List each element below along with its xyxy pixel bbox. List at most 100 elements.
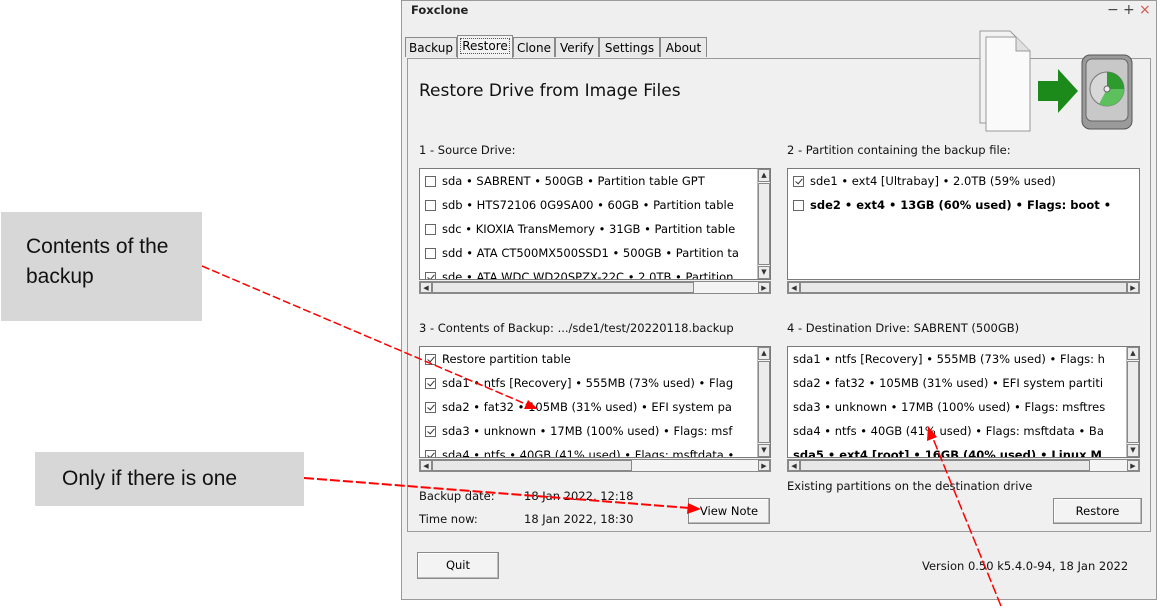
document-icon xyxy=(979,30,1031,132)
list-item[interactable]: sda4 • ntfs • 40GB (41% used) • Flags: m… xyxy=(420,443,770,457)
green-arrow-icon xyxy=(1038,69,1078,113)
restore-button[interactable]: Restore xyxy=(1053,498,1142,524)
scroll-down-icon[interactable]: ▼ xyxy=(758,444,770,457)
list-item-label: sda4 • ntfs • 40GB (41% used) • Flags: m… xyxy=(793,424,1104,438)
destination-note: Existing partitions on the destination d… xyxy=(787,479,1033,493)
list-item[interactable]: sdd • ATA CT500MX500SSD1 • 500GB • Parti… xyxy=(420,241,770,265)
checkbox[interactable] xyxy=(425,272,436,279)
scroll-thumb[interactable] xyxy=(432,460,632,471)
scroll-right-icon[interactable]: ▶ xyxy=(1127,282,1139,293)
callout-contents: Contents of the backup xyxy=(1,212,202,321)
list-item-label: sda5 • ext4 [root] • 16GB (40% used) • L… xyxy=(793,448,1102,458)
list-item: sda5 • ext4 [root] • 16GB (40% used) • L… xyxy=(788,443,1139,458)
horizontal-scrollbar[interactable]: ◀ ▶ xyxy=(787,459,1140,472)
scroll-thumb[interactable] xyxy=(800,460,1090,471)
list-item-label: sde1 • ext4 [Ultrabay] • 2.0TB (59% used… xyxy=(810,174,1056,188)
source-drive-list[interactable]: sda • SABRENT • 500GB • Partition table … xyxy=(419,168,771,280)
tab-settings[interactable]: Settings xyxy=(599,37,660,57)
callout-contents-text: Contents of the backup xyxy=(26,235,169,288)
vertical-scrollbar[interactable]: ▲ ▼ xyxy=(1126,347,1139,457)
checkbox[interactable] xyxy=(425,402,436,413)
callout-note-text: Only if there is one xyxy=(62,467,238,490)
list-item-label: Restore partition table xyxy=(442,352,571,366)
scroll-left-icon[interactable]: ◀ xyxy=(420,460,432,471)
checkbox[interactable] xyxy=(793,200,804,211)
list-item[interactable]: Restore partition table xyxy=(420,347,770,371)
scroll-thumb[interactable] xyxy=(432,282,694,293)
quit-button[interactable]: Quit xyxy=(417,552,499,579)
scroll-thumb[interactable] xyxy=(800,282,1127,293)
time-now-label: Time now: xyxy=(419,512,478,526)
horizontal-scrollbar[interactable]: ◀ ▶ xyxy=(787,281,1140,294)
horizontal-scrollbar[interactable]: ◀ ▶ xyxy=(419,281,771,294)
checkbox[interactable] xyxy=(425,450,436,457)
list-item-label: sda1 • ntfs [Recovery] • 555MB (73% used… xyxy=(442,376,734,390)
scroll-down-icon[interactable]: ▼ xyxy=(758,266,770,279)
list-item[interactable]: sda2 • fat32 • 105MB (31% used) • EFI sy… xyxy=(420,395,770,419)
version-text: Version 0.50 k5.4.0-94, 18 Jan 2022 xyxy=(922,559,1129,573)
checkbox[interactable] xyxy=(425,200,436,211)
list-item[interactable]: sda • SABRENT • 500GB • Partition table … xyxy=(420,169,770,193)
vertical-scrollbar[interactable]: ▲ ▼ xyxy=(757,347,770,457)
partition-label: 2 - Partition containing the backup file… xyxy=(787,143,1011,157)
list-item-label: sde2 • ext4 • 13GB (60% used) • Flags: b… xyxy=(810,198,1112,212)
foxclone-window: Foxclone − + × Backup Restore Clone Veri… xyxy=(401,0,1157,600)
scroll-left-icon[interactable]: ◀ xyxy=(788,460,800,471)
vertical-scrollbar[interactable]: ▲ ▼ xyxy=(757,169,770,279)
backup-date-value: 18 Jan 2022, 12:18 xyxy=(524,489,634,503)
horizontal-scrollbar[interactable]: ◀ ▶ xyxy=(419,459,771,472)
list-item-label: sda1 • ntfs [Recovery] • 555MB (73% used… xyxy=(793,352,1105,366)
scroll-right-icon[interactable]: ▶ xyxy=(758,282,770,293)
list-item-label: sda2 • fat32 • 105MB (31% used) • EFI sy… xyxy=(793,376,1104,390)
list-item-label: sda • SABRENT • 500GB • Partition table … xyxy=(442,174,705,188)
list-item[interactable]: sde • ATA WDC WD20SPZX-22C • 2.0TB • Par… xyxy=(420,265,770,280)
scroll-up-icon[interactable]: ▲ xyxy=(758,169,770,182)
checkbox[interactable] xyxy=(793,176,804,187)
scroll-up-icon[interactable]: ▲ xyxy=(758,347,770,360)
scroll-thumb[interactable] xyxy=(758,361,770,443)
destination-partition-list[interactable]: sda1 • ntfs [Recovery] • 555MB (73% used… xyxy=(787,346,1140,458)
checkbox[interactable] xyxy=(425,426,436,437)
list-item-label: sda3 • unknown • 17MB (100% used) • Flag… xyxy=(793,400,1106,414)
checkbox[interactable] xyxy=(425,248,436,259)
list-item: sda3 • unknown • 17MB (100% used) • Flag… xyxy=(788,395,1139,419)
scroll-right-icon[interactable]: ▶ xyxy=(1127,460,1139,471)
tab-restore[interactable]: Restore xyxy=(457,35,513,59)
list-item: sda4 • ntfs • 40GB (41% used) • Flags: m… xyxy=(788,419,1139,443)
list-item-label: sda2 • fat32 • 105MB (31% used) • EFI sy… xyxy=(442,400,732,414)
partition-list[interactable]: sde1 • ext4 [Ultrabay] • 2.0TB (59% used… xyxy=(787,168,1140,280)
tab-backup[interactable]: Backup xyxy=(405,37,457,57)
list-item[interactable]: sde1 • ext4 [Ultrabay] • 2.0TB (59% used… xyxy=(788,169,1139,193)
list-item-label: sdd • ATA CT500MX500SSD1 • 500GB • Parti… xyxy=(442,246,739,260)
list-item[interactable]: sda1 • ntfs [Recovery] • 555MB (73% used… xyxy=(420,371,770,395)
tab-about-label: About xyxy=(665,41,702,55)
tab-clone-label: Clone xyxy=(516,41,552,55)
callout-note: Only if there is one xyxy=(35,452,304,506)
list-item-label: sde • ATA WDC WD20SPZX-22C • 2.0TB • Par… xyxy=(442,270,734,280)
list-item-label: sdc • KIOXIA TransMemory • 31GB • Partit… xyxy=(442,222,736,236)
scroll-left-icon[interactable]: ◀ xyxy=(788,282,800,293)
tab-settings-label: Settings xyxy=(604,41,655,55)
checkbox[interactable] xyxy=(425,224,436,235)
scroll-left-icon[interactable]: ◀ xyxy=(420,282,432,293)
list-item[interactable]: sdc • KIOXIA TransMemory • 31GB • Partit… xyxy=(420,217,770,241)
list-item: sda1 • ntfs [Recovery] • 555MB (73% used… xyxy=(788,347,1139,371)
list-item[interactable]: sdb • HTS72106 0G9SA00 • 60GB • Partitio… xyxy=(420,193,770,217)
scroll-down-icon[interactable]: ▼ xyxy=(1127,444,1139,457)
backup-contents-list[interactable]: Restore partition table sda1 • ntfs [Rec… xyxy=(419,346,771,458)
scroll-thumb[interactable] xyxy=(758,183,770,265)
list-item[interactable]: sde2 • ext4 • 13GB (60% used) • Flags: b… xyxy=(788,193,1139,217)
scroll-thumb[interactable] xyxy=(1127,361,1139,443)
scroll-up-icon[interactable]: ▲ xyxy=(1127,347,1139,360)
tab-verify[interactable]: Verify xyxy=(555,37,599,57)
view-note-button[interactable]: View Note xyxy=(688,498,770,524)
tab-clone[interactable]: Clone xyxy=(513,37,555,57)
tab-verify-label: Verify xyxy=(559,41,595,55)
list-item[interactable]: sda3 • unknown • 17MB (100% used) • Flag… xyxy=(420,419,770,443)
tab-restore-label: Restore xyxy=(460,38,510,54)
checkbox[interactable] xyxy=(425,176,436,187)
scroll-right-icon[interactable]: ▶ xyxy=(758,460,770,471)
tab-about[interactable]: About xyxy=(660,37,707,57)
checkbox[interactable] xyxy=(425,354,436,365)
checkbox[interactable] xyxy=(425,378,436,389)
